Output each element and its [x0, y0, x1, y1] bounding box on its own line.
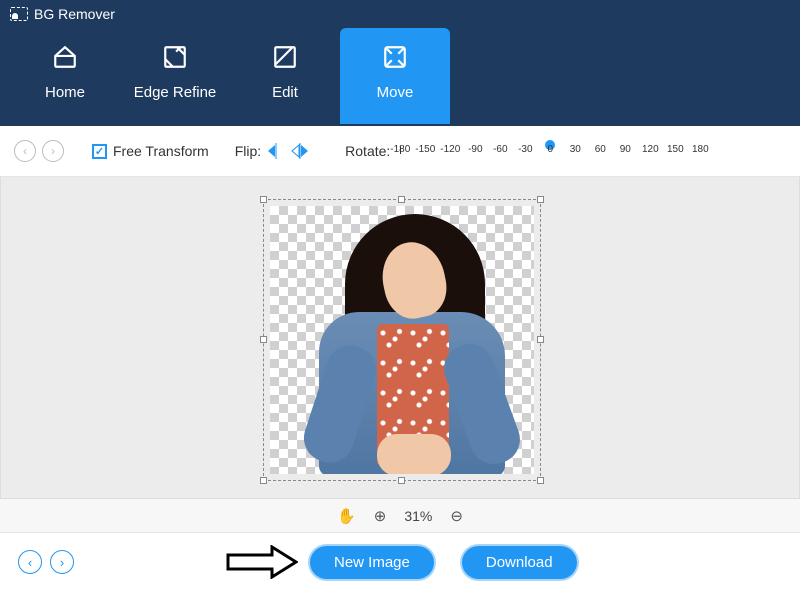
app-title: BG Remover [34, 6, 115, 22]
resize-handle[interactable] [260, 477, 267, 484]
download-button[interactable]: Download [462, 546, 577, 579]
resize-handle[interactable] [537, 196, 544, 203]
flip-vertical-icon[interactable] [291, 143, 309, 159]
title-bar: BG Remover [0, 0, 800, 28]
tab-edge-refine[interactable]: Edge Refine [120, 28, 230, 124]
rotate-label: Rotate: [345, 143, 390, 159]
subject-image[interactable] [315, 214, 505, 474]
tab-edit[interactable]: Edit [230, 28, 340, 124]
move-toolbar: ‹ › Free Transform Flip: Rotate: -180-15… [0, 126, 800, 177]
flip-horizontal-icon[interactable] [267, 143, 285, 159]
free-transform-label: Free Transform [113, 143, 209, 159]
tab-label: Move [377, 84, 414, 101]
edge-refine-icon [162, 44, 188, 70]
undo-button[interactable]: ‹ [14, 140, 36, 162]
resize-handle[interactable] [537, 336, 544, 343]
redo-button[interactable]: › [42, 140, 64, 162]
edit-icon [272, 44, 298, 70]
transparency-checker [270, 206, 534, 474]
resize-handle[interactable] [398, 196, 405, 203]
tab-label: Edge Refine [134, 84, 217, 101]
resize-handle[interactable] [260, 336, 267, 343]
resize-handle[interactable] [260, 196, 267, 203]
rotate-tick-labels: -180-150-120-90-60-300306090120150180 [400, 144, 700, 156]
move-icon [382, 44, 408, 70]
main-tabs: Home Edge Refine Edit Move [0, 28, 800, 124]
tab-label: Edit [272, 84, 298, 101]
tab-label: Home [45, 84, 85, 101]
annotation-arrow-icon [226, 545, 298, 579]
zoom-out-icon[interactable]: ⊖ [450, 507, 463, 525]
flip-label: Flip: [235, 143, 261, 159]
zoom-in-icon[interactable]: ⊕ [374, 507, 387, 525]
bottom-bar: ‹ › New Image Download [0, 533, 800, 591]
free-transform-checkbox[interactable] [92, 144, 107, 159]
transform-bounding-box[interactable] [263, 199, 541, 481]
next-image-button[interactable]: › [50, 550, 74, 574]
new-image-button[interactable]: New Image [310, 546, 434, 579]
zoom-bar: ✋ ⊕ 31% ⊖ [0, 499, 800, 533]
zoom-percent: 31% [404, 508, 432, 524]
resize-handle[interactable] [537, 477, 544, 484]
prev-image-button[interactable]: ‹ [18, 550, 42, 574]
app-logo-icon [10, 7, 28, 21]
pan-hand-icon[interactable]: ✋ [337, 507, 356, 525]
home-icon [52, 44, 78, 70]
rotate-slider[interactable]: -180-150-120-90-60-300306090120150180 [400, 146, 700, 156]
tab-move[interactable]: Move [340, 28, 450, 124]
canvas-area[interactable] [0, 177, 800, 499]
resize-handle[interactable] [398, 477, 405, 484]
tab-home[interactable]: Home [10, 28, 120, 124]
